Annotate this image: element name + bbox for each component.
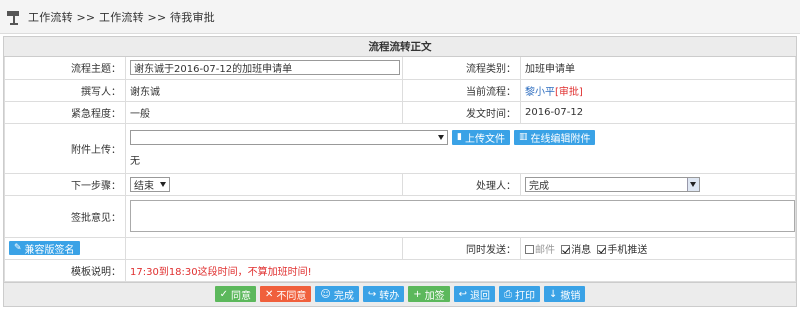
author-label: 撰写人： bbox=[4, 78, 126, 102]
current-flow-value: 黎小平[审批] bbox=[520, 78, 796, 102]
next-step-label: 下一步骤： bbox=[4, 172, 126, 196]
subject-label: 流程主题： bbox=[4, 57, 126, 80]
next-step-select[interactable]: 结束 bbox=[130, 176, 170, 192]
smile-icon: ☺ bbox=[320, 288, 331, 300]
send-time-label: 发文时间： bbox=[402, 100, 521, 124]
urgency-label: 紧急程度： bbox=[4, 100, 126, 124]
mobile-push-label: 手机推送 bbox=[607, 244, 648, 256]
workflow-form: 流程流转正文 流程主题： 流程类别： 加班申请单 撰写人： 谢东诚 当前流程： … bbox=[3, 36, 797, 307]
plus-icon: + bbox=[413, 288, 422, 300]
file-icon: ▮ bbox=[457, 132, 462, 142]
dropdown-arrow-icon bbox=[160, 181, 166, 187]
compat-sign-button[interactable]: ✎ 兼容版签名 bbox=[9, 241, 80, 256]
attachment-select[interactable] bbox=[130, 129, 448, 145]
return-icon: ↩ bbox=[458, 288, 467, 300]
arrow-down-icon: ↓ bbox=[549, 288, 558, 300]
category-label: 流程类别： bbox=[402, 57, 521, 80]
share-icon: ↪ bbox=[367, 288, 377, 300]
complete-button[interactable]: ☺ 完成 bbox=[315, 286, 359, 302]
form-title: 流程流转正文 bbox=[4, 37, 796, 57]
category-value: 加班申请单 bbox=[520, 57, 796, 80]
send-options: 邮件 消息 手机推送 bbox=[520, 236, 796, 260]
action-bar: ✓ 同意 ✕ 不同意 ☺ 完成 ↪ 转办 + 加签 ↩ 退回 ⎙ 打印 ↓ 撤销 bbox=[4, 281, 796, 306]
send-also-label: 同时发送： bbox=[402, 236, 521, 260]
breadcrumb: 工作流转 >> 工作流转 >> 待我审批 bbox=[28, 10, 215, 24]
handler-select[interactable]: 完成 bbox=[525, 176, 700, 192]
add-sign-button[interactable]: + 加签 bbox=[408, 286, 450, 302]
opinion-label: 签批意见： bbox=[4, 194, 126, 238]
form-table: 流程主题： 流程类别： 加班申请单 撰写人： 谢东诚 当前流程： 黎小平[审批]… bbox=[4, 57, 796, 282]
close-icon: ✕ bbox=[265, 288, 274, 300]
current-flow-status: [审批] bbox=[555, 86, 583, 98]
template-label: 模板说明： bbox=[4, 258, 126, 282]
attachment-label: 附件上传： bbox=[4, 122, 126, 174]
forward-button[interactable]: ↪ 转办 bbox=[362, 286, 405, 302]
agree-button[interactable]: ✓ 同意 bbox=[214, 286, 256, 302]
disagree-button[interactable]: ✕ 不同意 bbox=[260, 286, 312, 302]
dropdown-arrow-icon bbox=[690, 181, 696, 187]
attachment-value: 无 bbox=[130, 155, 140, 167]
mobile-push-checkbox[interactable] bbox=[597, 245, 607, 254]
opinion-textarea[interactable] bbox=[130, 200, 795, 232]
return-button[interactable]: ↩ 退回 bbox=[453, 286, 495, 302]
current-flow-person[interactable]: 黎小平 bbox=[525, 87, 555, 98]
message-label: 消息 bbox=[571, 244, 592, 256]
subject-input[interactable] bbox=[130, 60, 400, 76]
chart-icon: ▥ bbox=[518, 132, 528, 142]
dropdown-arrow-icon bbox=[438, 134, 444, 140]
pencil-icon: ✎ bbox=[14, 243, 22, 253]
online-edit-attachment-button[interactable]: ▥ 在线编辑附件 bbox=[513, 129, 596, 145]
handler-label: 处理人： bbox=[402, 172, 521, 196]
mail-checkbox[interactable] bbox=[525, 245, 534, 254]
upload-file-button[interactable]: ▮ 上传文件 bbox=[452, 129, 510, 145]
check-icon: ✓ bbox=[219, 288, 228, 300]
printer-icon: ⎙ bbox=[504, 288, 512, 300]
print-button[interactable]: ⎙ 打印 bbox=[499, 286, 540, 302]
revoke-button[interactable]: ↓ 撤销 bbox=[544, 286, 586, 302]
author-value: 谢东诚 bbox=[125, 78, 403, 102]
current-flow-label: 当前流程： bbox=[402, 78, 521, 102]
template-value: 17:30到18:30这段时间，不算加班时间! bbox=[125, 258, 796, 282]
send-time-value: 2016-07-12 bbox=[520, 100, 796, 124]
mail-label: 邮件 bbox=[535, 244, 555, 256]
signpost-icon bbox=[6, 9, 22, 25]
breadcrumb-bar: 工作流转 >> 工作流转 >> 待我审批 bbox=[0, 0, 800, 34]
message-checkbox[interactable] bbox=[561, 245, 571, 254]
urgency-value: 一般 bbox=[125, 100, 403, 124]
